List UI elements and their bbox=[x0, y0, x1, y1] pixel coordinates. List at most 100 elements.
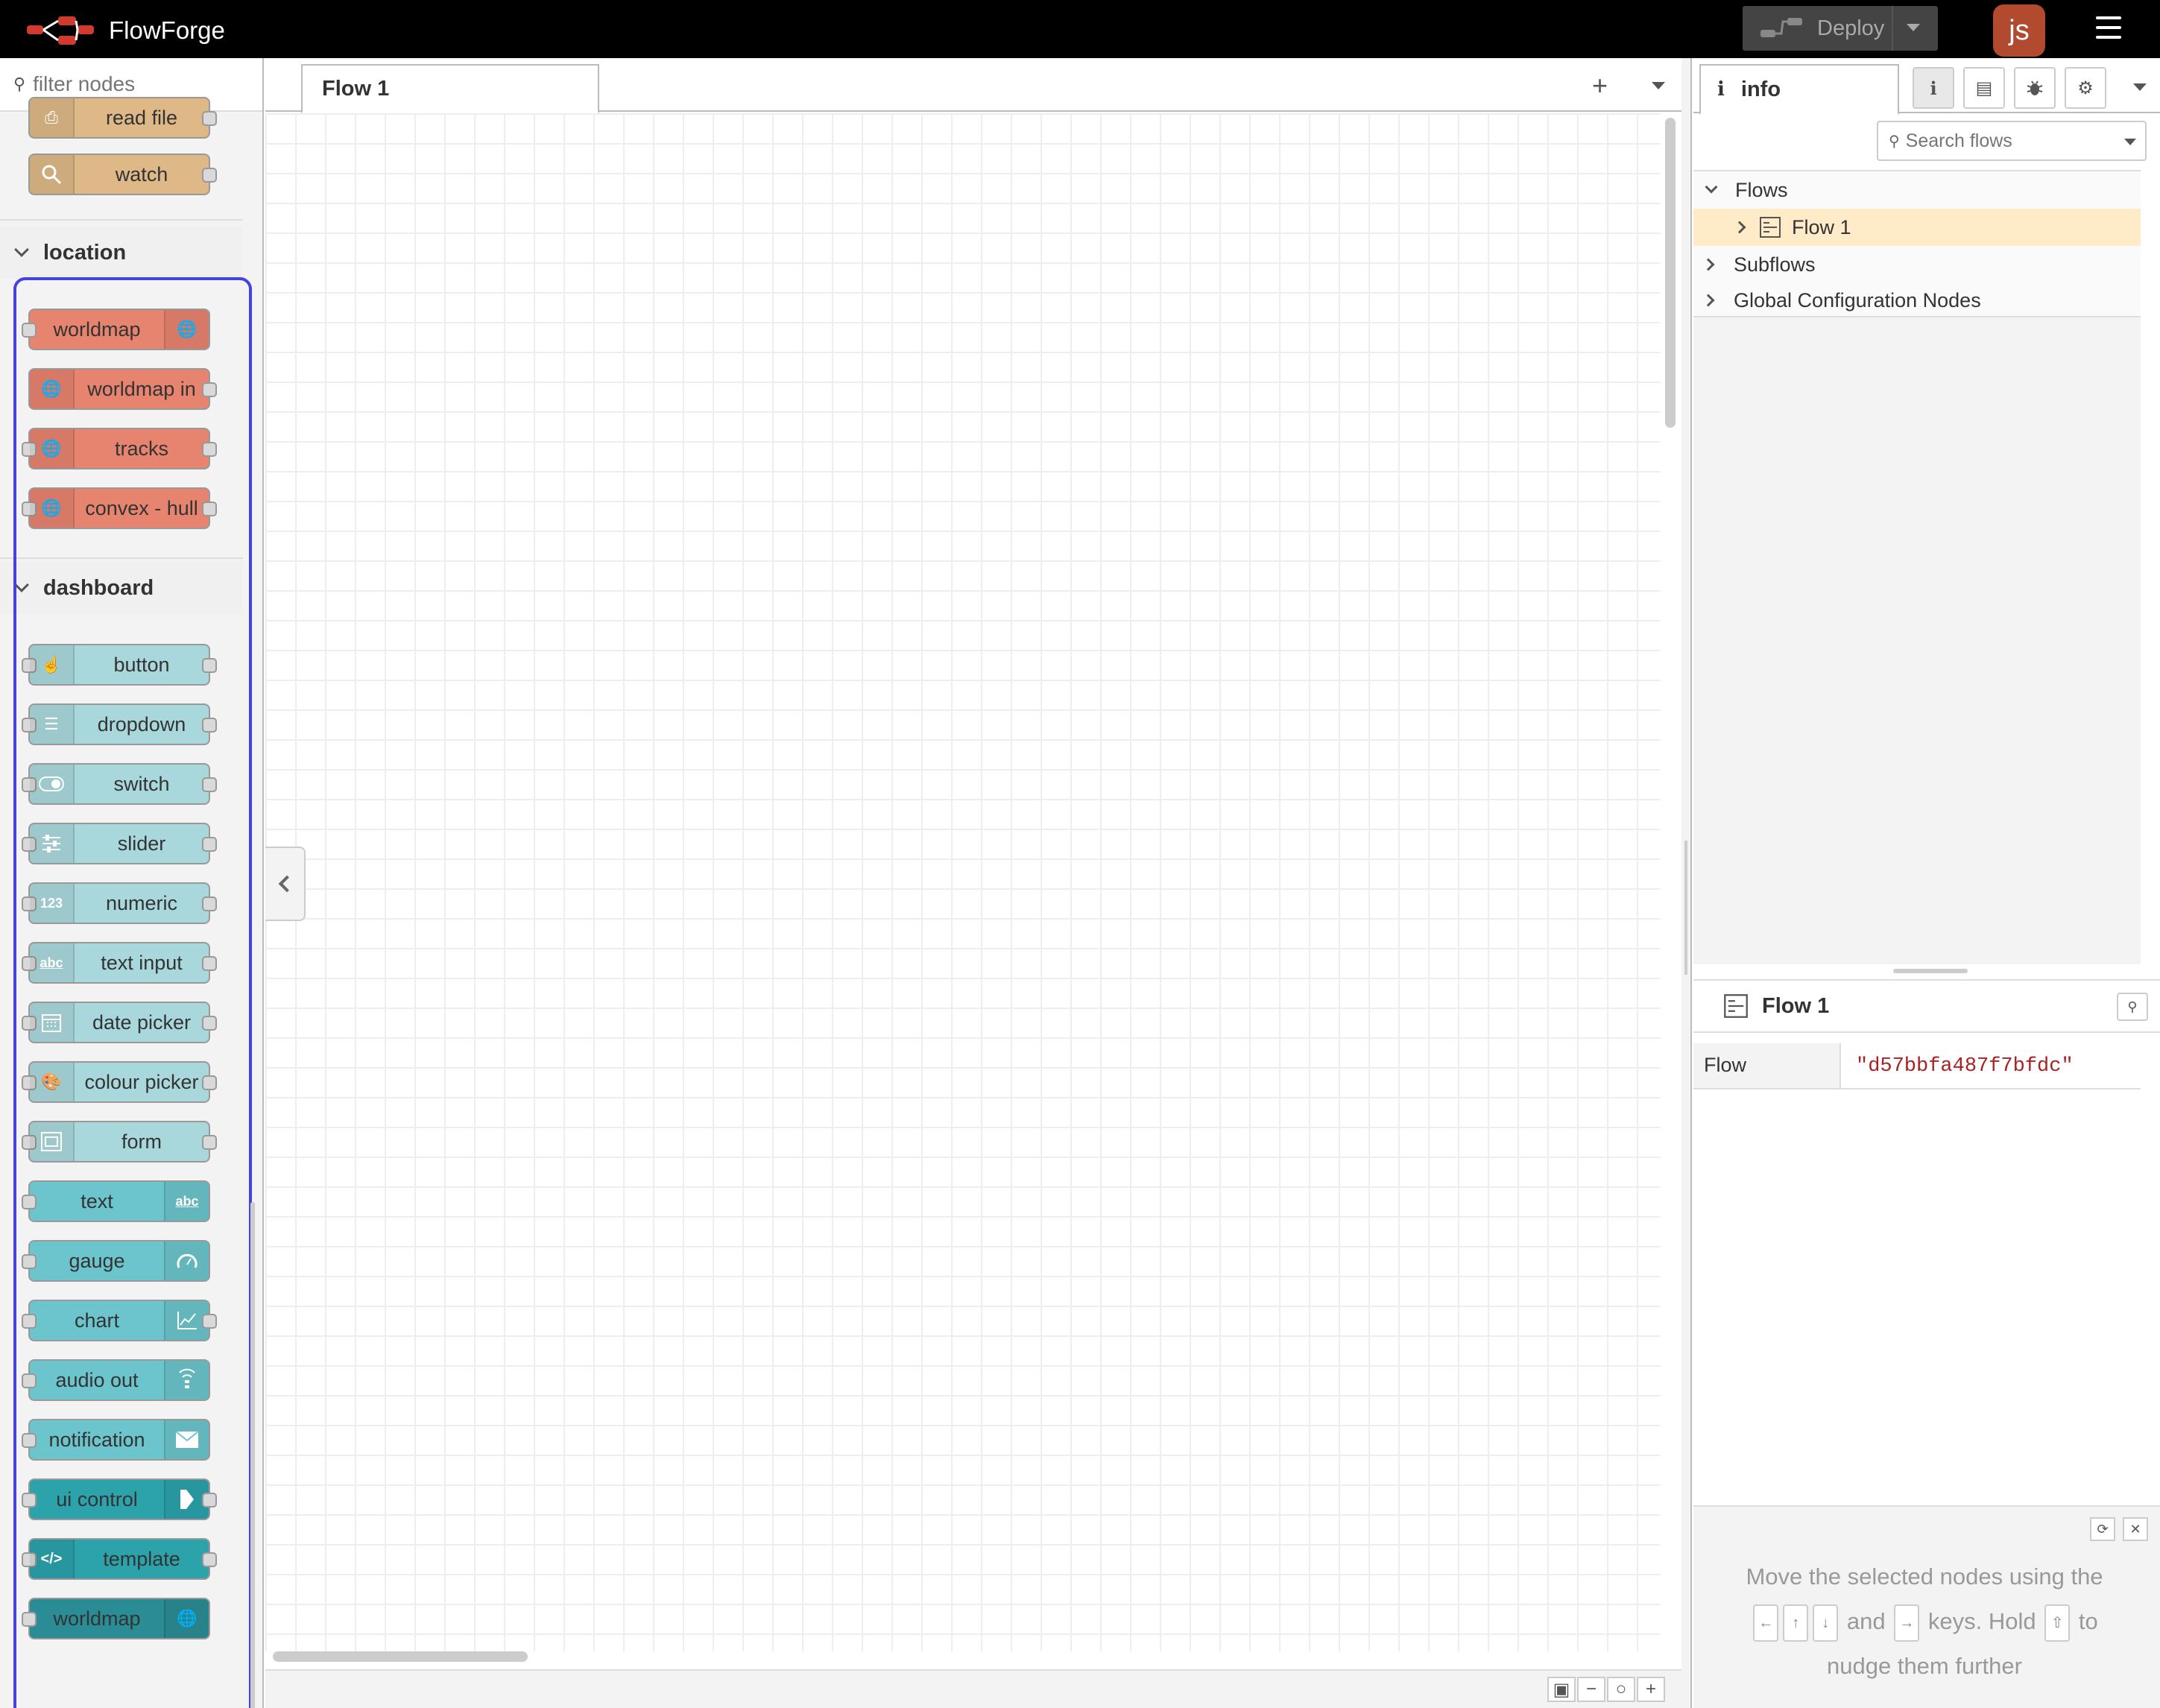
node-label: button bbox=[113, 653, 170, 676]
output-port[interactable] bbox=[202, 1314, 217, 1329]
palette-node-numeric[interactable]: 123 numeric bbox=[22, 882, 217, 924]
search-options-caret-icon[interactable] bbox=[2124, 139, 2136, 145]
key-left-icon: ← bbox=[1753, 1604, 1779, 1642]
zoom-reset-icon[interactable]: ○ bbox=[1607, 1677, 1635, 1702]
deploy-menu-caret-icon[interactable] bbox=[1907, 24, 1920, 31]
output-port[interactable] bbox=[202, 168, 217, 183]
help-tab-button[interactable]: ▤ bbox=[1963, 67, 2005, 109]
info-tab-button[interactable]: i bbox=[1913, 67, 1954, 109]
flow-canvas[interactable] bbox=[265, 113, 1661, 1651]
output-port[interactable] bbox=[202, 1552, 217, 1567]
deploy-icon bbox=[1760, 18, 1802, 37]
output-port[interactable] bbox=[202, 1493, 217, 1508]
output-port[interactable] bbox=[202, 837, 217, 852]
sidebar-separator[interactable] bbox=[1681, 58, 1692, 1708]
search-icon[interactable]: ⚲ bbox=[2117, 993, 2148, 1021]
palette-node-worldmap-in[interactable]: 🌐 worldmap in bbox=[28, 368, 217, 410]
palette-node-convex-hull[interactable]: 🌐 convex - hull bbox=[22, 487, 217, 529]
node-label: convex - hull bbox=[85, 496, 198, 519]
canvas-horizontal-scrollbar[interactable] bbox=[273, 1651, 528, 1662]
canvas-vertical-scrollbar[interactable] bbox=[1665, 118, 1676, 428]
category-header-location[interactable]: location bbox=[0, 227, 243, 279]
zoom-in-icon[interactable]: + bbox=[1637, 1677, 1665, 1702]
output-port[interactable] bbox=[202, 1075, 217, 1090]
palette-node-template[interactable]: </> template bbox=[22, 1538, 217, 1580]
sliders-icon bbox=[30, 824, 75, 863]
tab-flow-1[interactable]: Flow 1 bbox=[301, 64, 599, 113]
code-icon: </> bbox=[30, 1540, 75, 1578]
palette-node-gauge[interactable]: gauge bbox=[22, 1240, 210, 1282]
palette-node-dropdown[interactable]: ☰ dropdown bbox=[22, 703, 217, 745]
output-port[interactable] bbox=[202, 896, 217, 911]
sidebar-split-handle[interactable] bbox=[1893, 969, 1968, 973]
tree-label: Flows bbox=[1735, 178, 1788, 201]
tab-info[interactable]: i info bbox=[1699, 64, 1899, 115]
add-flow-icon[interactable]: + bbox=[1592, 70, 1608, 101]
palette-node-audio-out[interactable]: audio out bbox=[22, 1359, 210, 1401]
palette-scrollbar[interactable] bbox=[250, 1202, 255, 1708]
refresh-icon[interactable]: ⟳ bbox=[2090, 1517, 2115, 1541]
palette-node-colour-picker[interactable]: 🎨 colour picker bbox=[22, 1061, 217, 1103]
node-label: audio out bbox=[55, 1368, 139, 1391]
output-port[interactable] bbox=[202, 1135, 217, 1150]
main-menu-icon[interactable] bbox=[2096, 16, 2121, 39]
output-port[interactable] bbox=[202, 382, 217, 397]
palette-node-button[interactable]: ☝ button bbox=[22, 644, 217, 686]
palette-node-form[interactable]: form bbox=[22, 1121, 217, 1163]
node-label: watch bbox=[115, 162, 168, 186]
chevron-down-icon bbox=[14, 242, 29, 257]
search-flows-input[interactable] bbox=[1905, 130, 2115, 152]
palette-node-ui-control[interactable]: ui control bbox=[22, 1478, 217, 1520]
close-icon[interactable]: ✕ bbox=[2123, 1517, 2148, 1541]
filter-nodes-input[interactable] bbox=[33, 72, 257, 96]
category-divider bbox=[0, 219, 243, 221]
calendar-icon bbox=[30, 1003, 75, 1042]
output-port[interactable] bbox=[202, 718, 217, 733]
output-port[interactable] bbox=[202, 111, 217, 126]
palette-node-worldmap[interactable]: worldmap 🌐 bbox=[22, 309, 210, 350]
collapse-palette-button[interactable] bbox=[265, 847, 306, 921]
output-port[interactable] bbox=[202, 658, 217, 673]
debug-tab-button[interactable] bbox=[2014, 67, 2056, 109]
zoom-out-icon[interactable]: − bbox=[1577, 1677, 1605, 1702]
palette-node-notification[interactable]: notification bbox=[22, 1419, 210, 1461]
output-port[interactable] bbox=[202, 956, 217, 971]
globe-icon: 🌐 bbox=[164, 1599, 209, 1638]
output-port[interactable] bbox=[202, 502, 217, 516]
output-port[interactable] bbox=[202, 1016, 217, 1031]
palette-node-worldmap-dashboard[interactable]: worldmap 🌐 bbox=[22, 1598, 210, 1639]
palette-node-date-picker[interactable]: date picker bbox=[22, 1002, 217, 1043]
node-label: dropdown bbox=[97, 712, 186, 736]
app-logo[interactable]: FlowForge bbox=[25, 15, 225, 46]
palette-node-chart[interactable]: chart bbox=[22, 1300, 217, 1341]
settings-tab-button[interactable]: ⚙ bbox=[2065, 67, 2106, 109]
chevron-left-icon bbox=[278, 875, 296, 893]
tip-text: Move the selected nodes using the ← ↑ ↓ an… bbox=[1723, 1554, 2126, 1689]
key-shift-icon: ⇧ bbox=[2044, 1604, 2071, 1642]
chevron-right-icon bbox=[1733, 221, 1746, 234]
output-port[interactable] bbox=[202, 442, 217, 457]
tree-label: Flow 1 bbox=[1792, 215, 1851, 238]
tab-menu-caret-icon[interactable] bbox=[1652, 82, 1665, 89]
user-avatar[interactable]: js bbox=[1993, 4, 2045, 57]
palette-node-watch[interactable]: watch bbox=[28, 154, 217, 195]
palette-node-text-input[interactable]: abc text input bbox=[22, 942, 217, 984]
tree-item-global-config[interactable]: Global Configuration Nodes bbox=[1693, 282, 2141, 319]
palette-node-read-file[interactable]: ⎙ read file bbox=[28, 97, 217, 139]
node-label: gauge bbox=[69, 1249, 125, 1272]
top-bar: FlowForge Deploy js bbox=[0, 0, 2160, 58]
map-icon[interactable]: ▣ bbox=[1547, 1677, 1576, 1702]
node-label: slider bbox=[117, 832, 166, 855]
palette-node-tracks[interactable]: 🌐 tracks bbox=[22, 428, 217, 469]
palette-node-slider[interactable]: slider bbox=[22, 823, 217, 864]
category-header-dashboard[interactable]: dashboard bbox=[0, 562, 243, 614]
sidebar-menu-caret-icon[interactable] bbox=[2133, 83, 2147, 91]
deploy-button[interactable]: Deploy bbox=[1743, 6, 1938, 51]
audio-icon bbox=[164, 1361, 209, 1399]
tree-item-flow-1[interactable]: Flow 1 bbox=[1693, 209, 2141, 246]
palette-node-switch[interactable]: switch bbox=[22, 763, 217, 805]
tree-item-flows[interactable]: Flows bbox=[1693, 171, 2141, 209]
tree-item-subflows[interactable]: Subflows bbox=[1693, 246, 2141, 283]
palette-node-text[interactable]: text abc bbox=[22, 1180, 210, 1222]
output-port[interactable] bbox=[202, 777, 217, 792]
